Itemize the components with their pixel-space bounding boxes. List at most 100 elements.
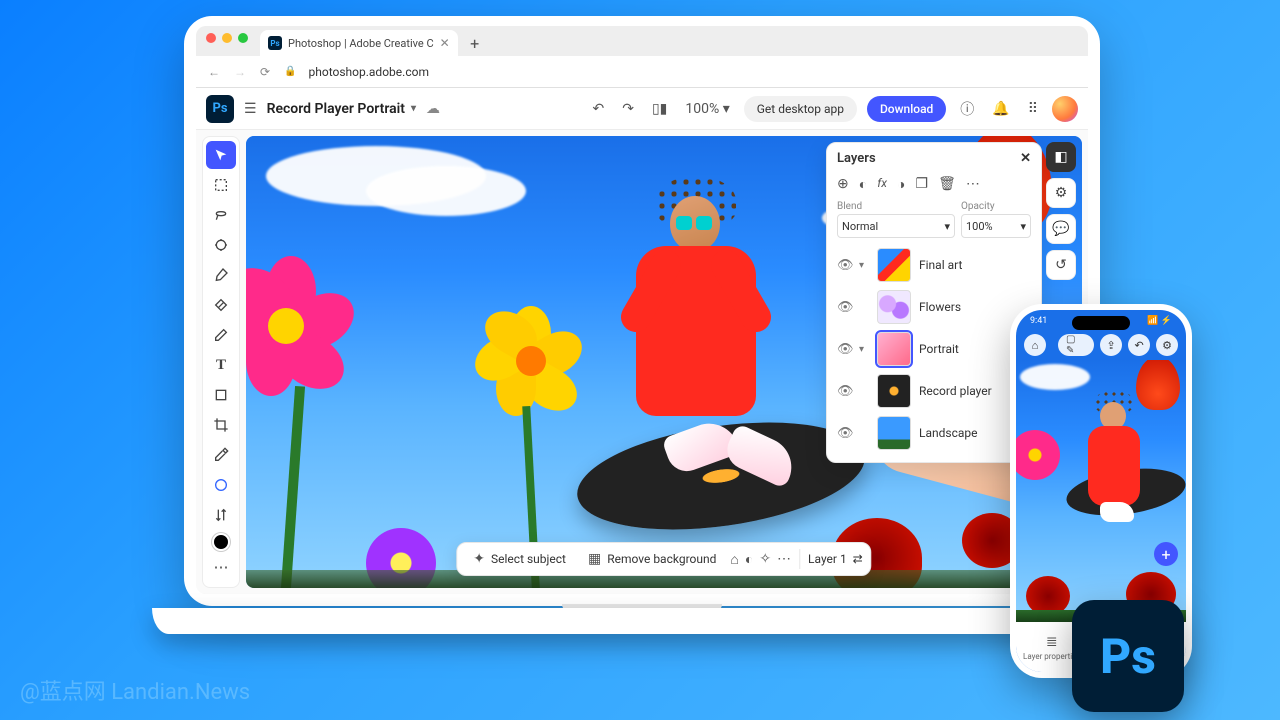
layer-name: Record player bbox=[919, 384, 992, 398]
close-window-icon[interactable] bbox=[206, 33, 216, 43]
foreground-color-swatch[interactable] bbox=[212, 533, 230, 551]
adjustment-layer-icon[interactable]: ◑ bbox=[897, 176, 905, 193]
type-tool[interactable]: T bbox=[206, 351, 236, 379]
select-tool[interactable] bbox=[206, 171, 236, 199]
visibility-icon[interactable]: 👁 bbox=[837, 300, 851, 315]
visibility-icon[interactable]: 👁 bbox=[837, 258, 851, 273]
notifications-icon[interactable]: 🔔 bbox=[988, 101, 1013, 117]
browser-tab[interactable]: Ps Photoshop | Adobe Creative C ✕ bbox=[260, 30, 458, 56]
phone-tool-pill[interactable]: ▢ ✎ bbox=[1058, 334, 1094, 356]
user-avatar[interactable] bbox=[1052, 96, 1078, 122]
laptop-frame: Ps Photoshop | Adobe Creative C ✕ + ← → … bbox=[184, 16, 1100, 632]
layer-name: Flowers bbox=[919, 300, 961, 314]
phone-top-bar: ⌂ ▢ ✎ ⇪ ↶ ⚙ bbox=[1016, 330, 1186, 360]
phone-canvas[interactable]: + bbox=[1016, 360, 1186, 622]
layer-name: Final art bbox=[919, 258, 962, 272]
phone-home-icon[interactable]: ⌂ bbox=[1024, 334, 1046, 356]
device-preview-icon[interactable]: ▯▮ bbox=[648, 101, 671, 117]
phone-notch bbox=[1072, 316, 1130, 330]
more-layer-icon[interactable]: ⋯ bbox=[966, 176, 980, 193]
layer-props-icon: ≣ bbox=[1046, 634, 1058, 650]
delete-layer-icon[interactable]: 🗑 bbox=[938, 176, 956, 193]
shape-tool[interactable] bbox=[206, 381, 236, 409]
phone-settings-icon[interactable]: ⚙ bbox=[1156, 334, 1178, 356]
watermark-text: @蓝点网 Landian.News bbox=[20, 674, 250, 706]
eyedropper-tool[interactable] bbox=[206, 441, 236, 469]
cloud-sync-icon[interactable]: ☁ bbox=[426, 101, 440, 117]
menu-icon[interactable]: ☰ bbox=[244, 101, 257, 117]
get-desktop-app-button[interactable]: Get desktop app bbox=[744, 96, 857, 122]
layer-name: Landscape bbox=[919, 426, 978, 440]
select-subject-button[interactable]: ✦Select subject bbox=[465, 547, 574, 571]
phone-share-icon[interactable]: ⇪ bbox=[1100, 334, 1122, 356]
mask-icon[interactable]: ◐ bbox=[859, 176, 867, 193]
download-button[interactable]: Download bbox=[867, 96, 946, 122]
effects-icon[interactable]: ✧ bbox=[759, 551, 771, 567]
app-top-bar: Ps ☰ Record Player Portrait ▾ ☁ ↶ ↷ ▯▮ 1… bbox=[196, 88, 1088, 130]
address-bar: ← → ⟳ 🔒 photoshop.adobe.com bbox=[196, 56, 1088, 88]
minimize-window-icon[interactable] bbox=[222, 33, 232, 43]
group-icon[interactable]: ❐ bbox=[916, 176, 929, 193]
canvas[interactable]: ◧ ⚙ 💬 ↺ Layers ✕ ⊕ ◐ bbox=[246, 136, 1082, 588]
phone-undo-icon[interactable]: ↶ bbox=[1128, 334, 1150, 356]
adjustments-rail-icon[interactable]: ⚙ bbox=[1046, 178, 1076, 208]
eraser-tool[interactable] bbox=[206, 321, 236, 349]
quick-select-tool[interactable] bbox=[206, 231, 236, 259]
layer-item[interactable]: 👁 ▾ Record player bbox=[837, 374, 1031, 408]
layer-item[interactable]: 👁 ▾ Final art bbox=[837, 248, 1031, 282]
window-controls bbox=[204, 33, 254, 49]
healing-tool[interactable] bbox=[206, 291, 236, 319]
more-tools-icon[interactable]: ⋯ bbox=[206, 553, 236, 581]
blend-select[interactable]: Normal▾ bbox=[837, 214, 955, 238]
layers-rail-icon[interactable]: ◧ bbox=[1046, 142, 1076, 172]
fx-icon[interactable]: fx bbox=[877, 176, 887, 193]
layer-indicator[interactable]: Layer 1 ⇄ bbox=[808, 552, 863, 566]
more-context-icon[interactable]: ⋯ bbox=[777, 551, 791, 567]
transform-icon[interactable]: ⌂ bbox=[730, 551, 738, 568]
tab-title: Photoshop | Adobe Creative C bbox=[288, 37, 434, 50]
comments-rail-icon[interactable]: 💬 bbox=[1046, 214, 1076, 244]
expand-icon[interactable]: ▾ bbox=[859, 260, 869, 271]
right-rail: ◧ ⚙ 💬 ↺ bbox=[1046, 142, 1076, 280]
chevron-down-icon: ▾ bbox=[411, 103, 416, 114]
reload-icon[interactable]: ⟳ bbox=[258, 65, 272, 79]
visibility-icon[interactable]: 👁 bbox=[837, 426, 851, 441]
arrange-tool[interactable] bbox=[206, 501, 236, 529]
history-rail-icon[interactable]: ↺ bbox=[1046, 250, 1076, 280]
close-panel-icon[interactable]: ✕ bbox=[1020, 151, 1031, 166]
phone-add-button[interactable]: + bbox=[1154, 542, 1178, 566]
layer-list: 👁 ▾ Final art 👁 ▾ Flowers bbox=[837, 248, 1031, 450]
crop-tool[interactable] bbox=[206, 411, 236, 439]
layer-name: Portrait bbox=[919, 342, 959, 356]
tab-close-icon[interactable]: ✕ bbox=[440, 36, 450, 50]
document-title[interactable]: Record Player Portrait ▾ bbox=[267, 101, 416, 117]
app-logo-ps-icon[interactable]: Ps bbox=[206, 95, 234, 123]
forward-icon[interactable]: → bbox=[232, 65, 248, 79]
visibility-icon[interactable]: 👁 bbox=[837, 342, 851, 357]
expand-icon[interactable]: ▾ bbox=[859, 344, 869, 355]
help-icon[interactable]: ⓘ bbox=[956, 99, 978, 119]
brush-tool[interactable] bbox=[206, 261, 236, 289]
contextual-task-bar: ✦Select subject ▦Remove background ⌂ ◐ ✧… bbox=[456, 542, 871, 576]
ellipse-icon[interactable] bbox=[206, 471, 236, 499]
visibility-icon[interactable]: 👁 bbox=[837, 384, 851, 399]
lasso-tool[interactable] bbox=[206, 201, 236, 229]
move-tool[interactable] bbox=[206, 141, 236, 169]
apps-grid-icon[interactable]: ⠿ bbox=[1024, 101, 1042, 117]
remove-background-button[interactable]: ▦Remove background bbox=[580, 547, 724, 571]
zoom-level[interactable]: 100% ▾ bbox=[681, 101, 733, 117]
back-icon[interactable]: ← bbox=[206, 65, 222, 79]
phone-time: 9:41 bbox=[1030, 316, 1047, 326]
layer-item[interactable]: 👁 ▾ Flowers bbox=[837, 290, 1031, 324]
add-layer-icon[interactable]: ⊕ bbox=[837, 176, 849, 193]
new-tab-button[interactable]: + bbox=[464, 32, 486, 54]
opacity-select[interactable]: 100%▾ bbox=[961, 214, 1031, 238]
redo-icon[interactable]: ↷ bbox=[618, 101, 638, 117]
url-text[interactable]: photoshop.adobe.com bbox=[309, 65, 429, 79]
layer-item[interactable]: 👁 ▾ Landscape bbox=[837, 416, 1031, 450]
adjust-icon[interactable]: ◐ bbox=[745, 551, 753, 568]
undo-icon[interactable]: ↶ bbox=[589, 101, 609, 117]
maximize-window-icon[interactable] bbox=[238, 33, 248, 43]
layer-item[interactable]: 👁 ▾ Portrait bbox=[837, 332, 1031, 366]
blend-label: Blend bbox=[837, 201, 955, 212]
